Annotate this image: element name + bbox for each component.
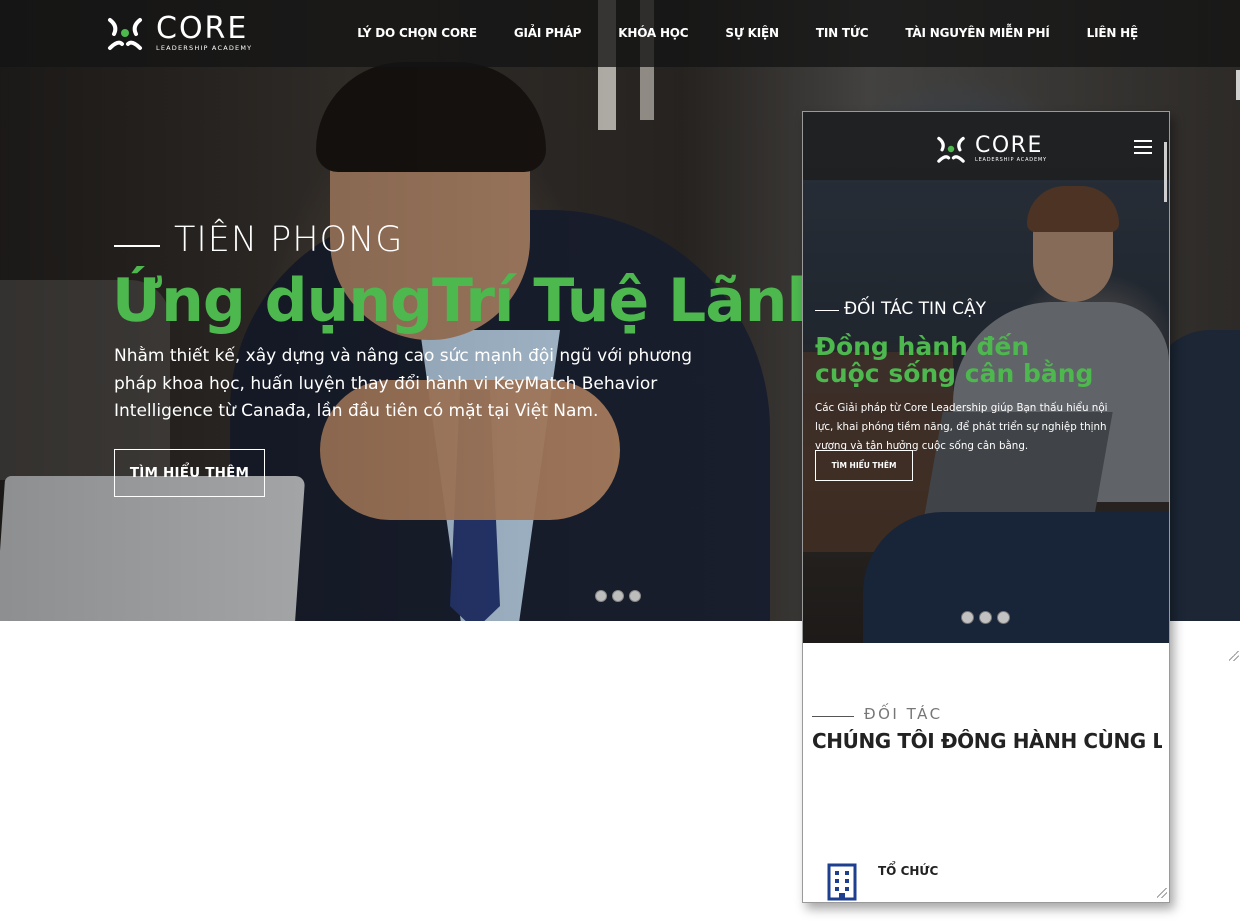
kicker-line: [114, 245, 160, 247]
page-scrollbar[interactable]: [1236, 70, 1240, 100]
hamburger-icon[interactable]: [1134, 140, 1152, 154]
slider-dot-3[interactable]: [997, 611, 1010, 624]
hero-description: Nhằm thiết kế, xây dựng và nâng cao sức …: [114, 346, 693, 421]
mobile-learn-more-button[interactable]: TÌM HIỂU THÊM: [815, 450, 913, 481]
logo-text: CORE LEADERSHIP ACADEMY: [156, 10, 253, 52]
building-icon: [827, 863, 857, 901]
slider-dot-1[interactable]: [961, 611, 974, 624]
headline-line-1: Đồng hành đến: [815, 332, 1030, 361]
kicker-line: [815, 309, 839, 311]
resize-handle[interactable]: [1229, 651, 1239, 661]
slider-dot-2[interactable]: [979, 611, 992, 624]
mobile-hero-kicker-text: ĐỐI TÁC TIN CẬY: [844, 299, 987, 319]
resize-handle[interactable]: [1157, 888, 1167, 898]
core-logo[interactable]: CORE LEADERSHIP ACADEMY: [104, 12, 252, 54]
slider-dot-2[interactable]: [612, 590, 624, 602]
mobile-hero-headline: Đồng hành đến cuộc sống cân bằng: [815, 333, 1155, 387]
mobile-top-bar: CORE LEADERSHIP ACADEMY: [803, 112, 1169, 180]
partners-title: CHÚNG TÔI ĐỒNG HÀNH CÙNG LÀ...: [812, 729, 1162, 753]
mobile-hero-description: Các Giải pháp từ Core Leadership giúp Bạ…: [815, 402, 1108, 452]
logo-tagline: LEADERSHIP ACADEMY: [156, 43, 253, 52]
mobile-slider-dots: [961, 611, 1010, 624]
kicker-line: [812, 716, 854, 717]
nav-contact[interactable]: LIÊN HỆ: [1087, 26, 1139, 40]
hero-kicker-text: TIÊN PHONG: [174, 220, 404, 260]
nav-news[interactable]: TIN TỨC: [816, 26, 869, 40]
mobile-hero-kicker: ĐỐI TÁC TIN CẬY: [815, 299, 986, 319]
nav-courses[interactable]: KHÓA HỌC: [618, 26, 688, 40]
logo-word: CORE: [975, 133, 1043, 158]
slider-dots: [595, 590, 641, 602]
mobile-logo-text: CORE LEADERSHIP ACADEMY: [975, 133, 1047, 164]
headline-line-2: cuộc sống cân bằng: [815, 359, 1094, 388]
top-navigation-bar: CORE LEADERSHIP ACADEMY LÝ DO CHỌN CORE …: [0, 0, 1240, 67]
partner-type-organization: TỔ CHỨC: [878, 864, 939, 878]
hero-headline: Ứng dụngTrí Tuệ Lãnh Đ: [112, 266, 812, 336]
learn-more-button[interactable]: TÌM HIỂU THÊM: [114, 449, 265, 497]
core-logo-icon: [108, 18, 142, 50]
slider-dot-3[interactable]: [629, 590, 641, 602]
nav-free-resources[interactable]: TÀI NGUYÊN MIỄN PHÍ: [905, 26, 1049, 40]
logo-tagline: LEADERSHIP ACADEMY: [975, 157, 1047, 163]
mobile-preview-frame: CORE LEADERSHIP ACADEMY ĐỐI TÁC TIN CẬY …: [802, 111, 1170, 903]
slider-dot-1[interactable]: [595, 590, 607, 602]
mobile-scrollbar[interactable]: [1164, 142, 1167, 202]
nav-events[interactable]: SỰ KIỆN: [725, 26, 779, 40]
hero-kicker: TIÊN PHONG: [114, 220, 403, 260]
partners-kicker-text: ĐỐI TÁC: [864, 705, 943, 723]
mobile-core-logo[interactable]: CORE LEADERSHIP ACADEMY: [934, 132, 1047, 166]
partners-kicker: ĐỐI TÁC: [812, 705, 943, 723]
nav-why-core[interactable]: LÝ DO CHỌN CORE: [357, 26, 477, 40]
main-nav: LÝ DO CHỌN CORE GIẢI PHÁP KHÓA HỌC SỰ KI…: [320, 26, 1138, 40]
logo-word: CORE: [156, 10, 249, 46]
mobile-hero-banner: CORE LEADERSHIP ACADEMY ĐỐI TÁC TIN CẬY …: [803, 112, 1169, 643]
core-logo-icon: [937, 136, 965, 163]
nav-solutions[interactable]: GIẢI PHÁP: [514, 26, 582, 40]
